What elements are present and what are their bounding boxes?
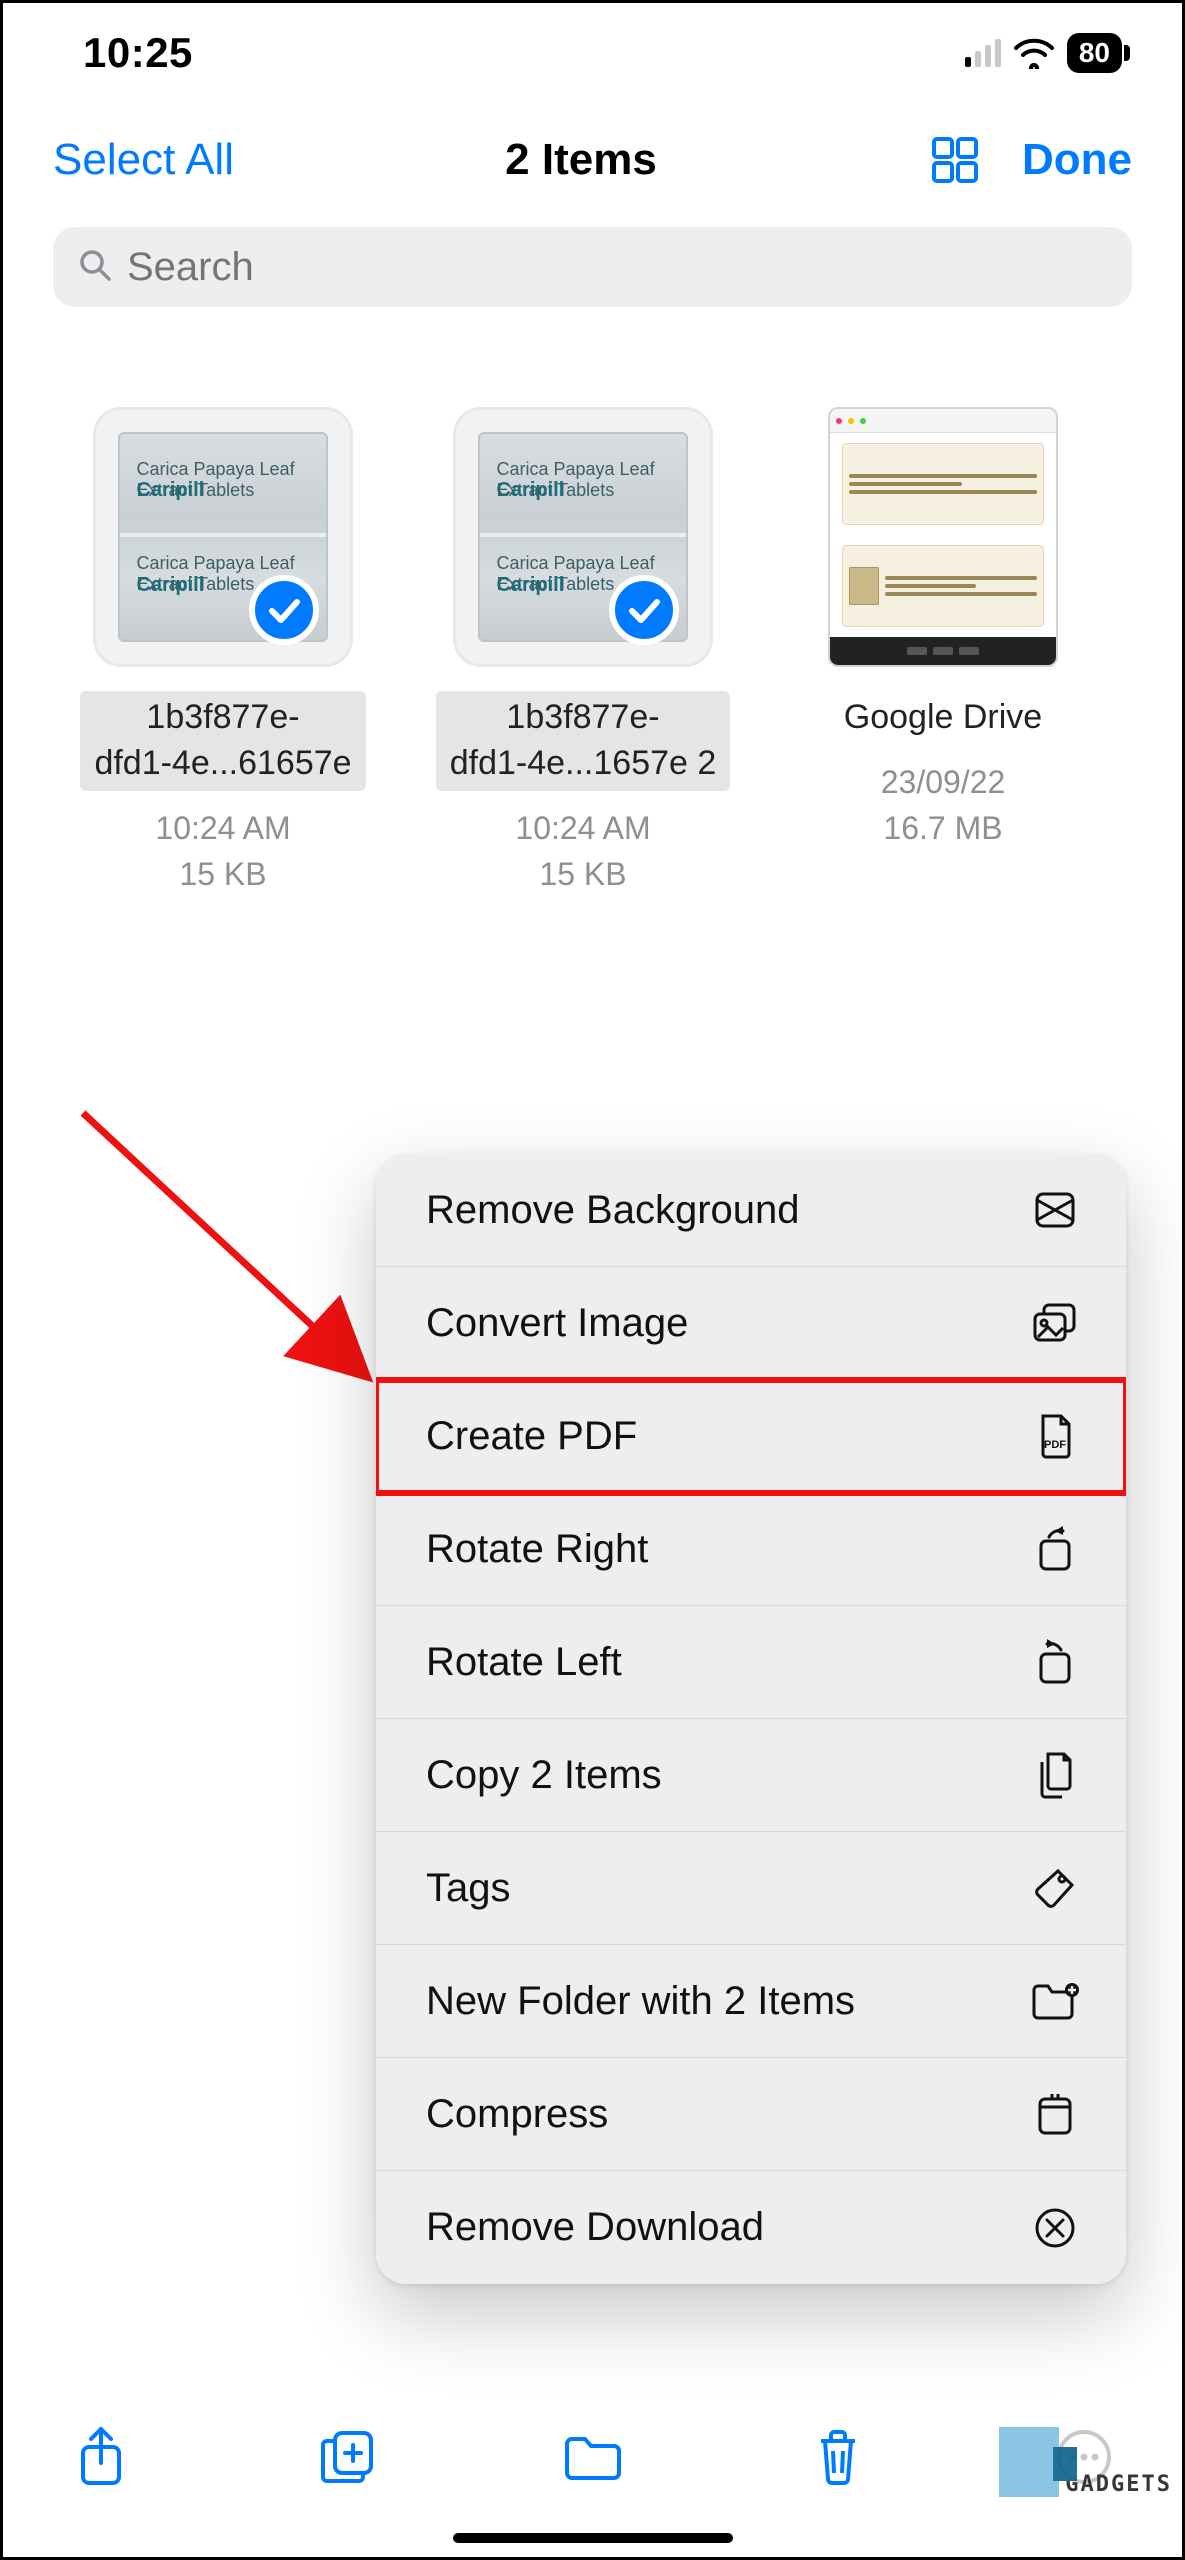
file-name: 1b3f877e-dfd1-4e...1657e 2: [436, 691, 731, 791]
thumb-brand: Caripill: [136, 574, 204, 597]
create-pdf-icon: PDF: [1030, 1411, 1080, 1461]
file-name: Google Drive: [830, 691, 1056, 745]
context-menu: Remove Background Convert Image Create P…: [376, 1154, 1126, 2284]
duplicate-button[interactable]: [307, 2427, 387, 2487]
convert-image-icon: [1030, 1298, 1080, 1348]
move-button[interactable]: [553, 2431, 633, 2483]
menu-item-compress[interactable]: Compress: [376, 2058, 1126, 2171]
rotate-right-icon: [1030, 1524, 1080, 1574]
share-button[interactable]: [61, 2425, 141, 2489]
view-toggle-button[interactable]: [928, 133, 982, 187]
file-meta: 10:24 AM15 KB: [515, 805, 650, 898]
menu-item-label: Copy 2 Items: [426, 1753, 662, 1798]
menu-item-remove-download[interactable]: Remove Download: [376, 2171, 1126, 2284]
tag-icon: [1030, 1863, 1080, 1913]
file-name: 1b3f877e-dfd1-4e...61657e: [80, 691, 365, 791]
menu-item-label: Tags: [426, 1866, 511, 1911]
page-title: 2 Items: [505, 135, 657, 185]
menu-item-label: Create PDF: [426, 1414, 637, 1459]
wifi-icon: [1013, 37, 1055, 69]
copy-icon: [1030, 1750, 1080, 1800]
select-all-button[interactable]: Select All: [53, 135, 234, 185]
annotation-arrow: [63, 1093, 403, 1413]
menu-item-rotate-right[interactable]: Rotate Right: [376, 1493, 1126, 1606]
file-thumbnail: [828, 407, 1058, 667]
menu-item-new-folder[interactable]: New Folder with 2 Items: [376, 1945, 1126, 2058]
search-icon: [77, 247, 113, 288]
home-indicator: [453, 2533, 733, 2543]
search-input[interactable]: [127, 245, 1108, 290]
remove-download-icon: [1030, 2203, 1080, 2253]
status-time: 10:25: [83, 29, 193, 77]
file-item[interactable]: Carica Papaya Leaf Extract Tablets Carip…: [423, 407, 743, 898]
menu-item-rotate-left[interactable]: Rotate Left: [376, 1606, 1126, 1719]
watermark: GADGETS: [999, 2427, 1172, 2497]
navigation-header: Select All 2 Items Done: [3, 103, 1182, 227]
menu-item-remove-background[interactable]: Remove Background: [376, 1154, 1126, 1267]
selection-check-icon: [249, 575, 319, 645]
menu-item-label: Rotate Left: [426, 1640, 622, 1685]
compress-icon: [1030, 2089, 1080, 2139]
svg-text:PDF: PDF: [1044, 1439, 1066, 1451]
watermark-text: GADGETS: [1065, 2472, 1172, 2497]
files-grid: Carica Papaya Leaf Extract Tablets Carip…: [3, 307, 1182, 898]
menu-item-copy[interactable]: Copy 2 Items: [376, 1719, 1126, 1832]
file-meta: 10:24 AM15 KB: [155, 805, 290, 898]
search-field[interactable]: [53, 227, 1132, 307]
battery-indicator: 80: [1067, 33, 1122, 73]
thumb-brand: Caripill: [496, 479, 564, 502]
thumb-brand: Caripill: [136, 479, 204, 502]
menu-item-label: Rotate Right: [426, 1527, 648, 1572]
menu-item-create-pdf[interactable]: Create PDF PDF: [376, 1380, 1126, 1493]
file-thumbnail: Carica Papaya Leaf Extract Tablets Carip…: [453, 407, 713, 667]
status-bar: 10:25 80: [3, 3, 1182, 103]
file-item[interactable]: Carica Papaya Leaf Extract Tablets Carip…: [63, 407, 383, 898]
delete-button[interactable]: [798, 2427, 878, 2487]
done-button[interactable]: Done: [1022, 135, 1132, 185]
menu-item-label: New Folder with 2 Items: [426, 1979, 855, 2024]
cellular-signal-icon: [965, 39, 1001, 67]
menu-item-label: Remove Background: [426, 1188, 800, 1233]
menu-item-label: Compress: [426, 2092, 608, 2137]
rotate-left-icon: [1030, 1637, 1080, 1687]
file-meta: 23/09/2216.7 MB: [881, 759, 1006, 852]
menu-item-label: Convert Image: [426, 1301, 688, 1346]
remove-bg-icon: [1030, 1185, 1080, 1235]
menu-item-label: Remove Download: [426, 2205, 764, 2250]
selection-check-icon: [609, 575, 679, 645]
file-thumbnail: Carica Papaya Leaf Extract Tablets Carip…: [93, 407, 353, 667]
menu-item-convert-image[interactable]: Convert Image: [376, 1267, 1126, 1380]
thumb-brand: Caripill: [496, 574, 564, 597]
file-item[interactable]: Google Drive 23/09/2216.7 MB: [783, 407, 1103, 852]
new-folder-icon: [1030, 1976, 1080, 2026]
menu-item-tags[interactable]: Tags: [376, 1832, 1126, 1945]
